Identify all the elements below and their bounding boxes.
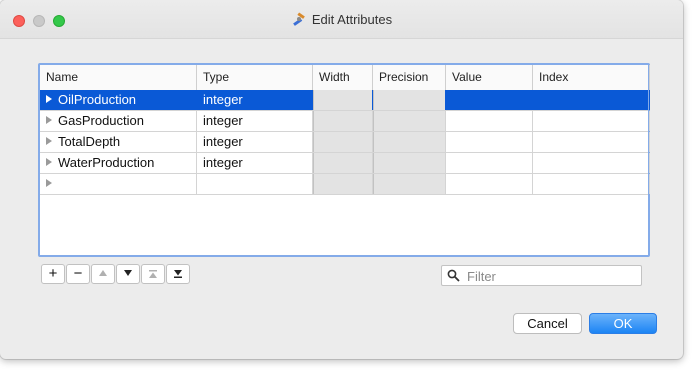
index-cell[interactable] — [533, 174, 650, 194]
filter-input[interactable] — [465, 267, 639, 286]
name-cell[interactable]: WaterProduction — [40, 153, 197, 173]
filter-field[interactable] — [441, 265, 642, 286]
precision-cell[interactable] — [373, 132, 446, 152]
search-icon — [447, 269, 460, 282]
precision-cell[interactable] — [373, 174, 446, 194]
table-header: Name Type Width Precision Value Index — [40, 65, 650, 91]
type-cell[interactable]: integer — [197, 111, 313, 131]
type-cell[interactable]: integer — [197, 132, 313, 152]
width-cell[interactable] — [313, 90, 373, 110]
index-cell[interactable] — [533, 90, 650, 110]
value-cell[interactable] — [446, 111, 533, 131]
width-cell[interactable] — [313, 153, 373, 173]
table-row[interactable]: GasProduction integer — [40, 111, 650, 132]
disclosure-triangle-icon[interactable] — [46, 179, 52, 187]
ok-button[interactable]: OK — [589, 313, 657, 334]
arrow-to-top-icon — [149, 270, 157, 278]
attributes-table[interactable]: Name Type Width Precision Value Index Oi… — [38, 63, 650, 257]
index-cell[interactable] — [533, 132, 650, 152]
arrow-down-icon — [124, 270, 132, 276]
precision-cell[interactable] — [373, 90, 446, 110]
move-down-button[interactable] — [116, 264, 140, 284]
value-cell[interactable] — [446, 174, 533, 194]
name-cell[interactable]: TotalDepth — [40, 132, 197, 152]
arrow-up-icon — [99, 270, 107, 276]
precision-cell[interactable] — [373, 153, 446, 173]
remove-attribute-button[interactable]: − — [66, 264, 90, 284]
column-header-width[interactable]: Width — [313, 65, 373, 90]
table-row[interactable]: TotalDepth integer — [40, 132, 650, 153]
move-to-bottom-button[interactable] — [166, 264, 190, 284]
value-cell[interactable] — [446, 132, 533, 152]
cancel-button[interactable]: Cancel — [513, 313, 582, 334]
table-row[interactable]: WaterProduction integer — [40, 153, 650, 174]
index-cell[interactable] — [533, 111, 650, 131]
move-up-button[interactable] — [91, 264, 115, 284]
value-cell[interactable] — [446, 90, 533, 110]
disclosure-triangle-icon[interactable] — [46, 95, 52, 103]
disclosure-triangle-icon[interactable] — [46, 158, 52, 166]
column-header-precision[interactable]: Precision — [373, 65, 446, 90]
type-cell[interactable] — [197, 174, 313, 194]
table-row-new[interactable] — [40, 174, 650, 195]
type-cell[interactable]: integer — [197, 153, 313, 173]
window-title-container: Edit Attributes — [0, 12, 683, 27]
disclosure-triangle-icon[interactable] — [46, 116, 52, 124]
column-header-index[interactable]: Index — [533, 65, 650, 90]
width-cell[interactable] — [313, 111, 373, 131]
add-attribute-button[interactable]: + — [41, 264, 65, 284]
arrow-to-bottom-icon — [174, 270, 182, 278]
precision-cell[interactable] — [373, 111, 446, 131]
name-cell[interactable] — [40, 174, 197, 194]
title-bar: Edit Attributes — [0, 0, 683, 39]
name-cell[interactable]: GasProduction — [40, 111, 197, 131]
value-cell[interactable] — [446, 153, 533, 173]
disclosure-triangle-icon[interactable] — [46, 137, 52, 145]
column-header-name[interactable]: Name — [40, 65, 197, 90]
column-header-type[interactable]: Type — [197, 65, 313, 90]
index-cell[interactable] — [533, 153, 650, 173]
name-text: OilProduction — [58, 92, 137, 107]
name-cell[interactable]: OilProduction — [40, 90, 197, 110]
table-row[interactable]: OilProduction integer — [40, 90, 650, 111]
window-title: Edit Attributes — [311, 12, 393, 27]
width-cell[interactable] — [313, 132, 373, 152]
edit-attributes-dialog: Edit Attributes Name Type Width Precisio… — [0, 0, 683, 359]
type-cell[interactable]: integer — [197, 90, 313, 110]
column-header-value[interactable]: Value — [446, 65, 533, 90]
move-to-top-button[interactable] — [141, 264, 165, 284]
name-text: WaterProduction — [58, 155, 155, 170]
width-cell[interactable] — [313, 174, 373, 194]
name-text: TotalDepth — [58, 134, 121, 149]
name-text: GasProduction — [58, 113, 144, 128]
tools-icon — [293, 12, 305, 26]
